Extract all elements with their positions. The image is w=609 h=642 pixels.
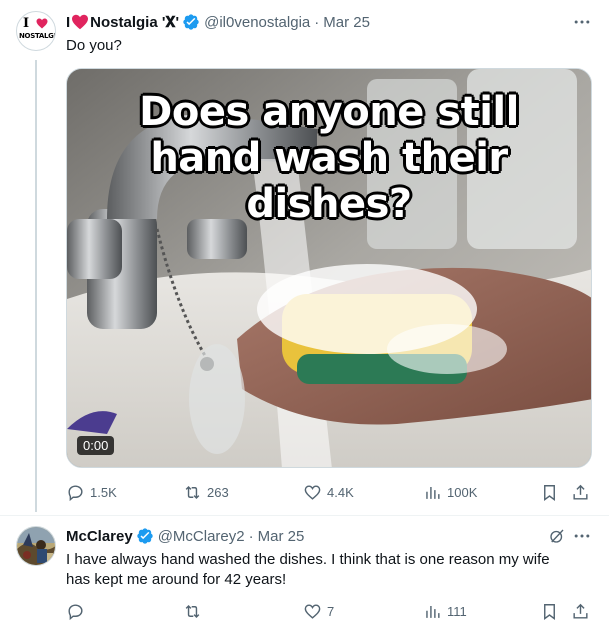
like-icon <box>304 484 321 500</box>
views-count: 111 <box>447 603 467 619</box>
tweet-date[interactable]: Mar 25 <box>323 14 370 31</box>
repost-icon <box>185 485 200 499</box>
views-button[interactable]: 111 <box>423 601 467 621</box>
avatar-wordmark: NOSTALGIA <box>19 32 56 40</box>
avatar-painting-image <box>17 527 55 565</box>
display-name[interactable]: McClarey <box>66 528 133 545</box>
reply-text-line2: has kept me around for 42 years! <box>66 571 287 588</box>
repost-count: 263 <box>207 484 229 500</box>
share-button[interactable] <box>571 482 590 502</box>
reply-button[interactable]: 1.5K <box>66 482 117 502</box>
avatar-nostalgia[interactable]: I NOSTALGIA <box>16 11 56 51</box>
heart-icon <box>36 18 48 29</box>
share-icon <box>573 603 588 619</box>
verified-badge-icon[interactable] <box>182 13 200 31</box>
share-icon <box>573 484 588 500</box>
share-button[interactable] <box>571 601 590 621</box>
heart-emoji-icon <box>72 14 89 30</box>
video-player[interactable]: Does anyone still hand wash their dishes… <box>66 68 592 468</box>
views-button[interactable]: 100K <box>423 482 477 502</box>
like-icon <box>304 603 321 619</box>
reply-actions-bar: 7 111 <box>66 601 592 621</box>
views-count: 100K <box>447 484 478 500</box>
tweet-header: I Nostalgia '𝐗' @il0venostalgia · Mar 25 <box>66 13 370 31</box>
tweet-text: Do you? <box>66 37 122 54</box>
more-icon[interactable] <box>572 12 592 32</box>
reply-icon <box>68 603 83 620</box>
reply-button[interactable] <box>66 601 90 621</box>
overlay-caption-line2: hand wash their dishes? <box>150 135 508 227</box>
grok-icon[interactable] <box>548 527 566 545</box>
more-icon[interactable] <box>572 526 592 546</box>
separator-dot: · <box>248 527 254 545</box>
reply-text-line1: I have always hand washed the dishes. I … <box>66 551 550 568</box>
bookmark-icon <box>544 603 555 620</box>
tweet-date[interactable]: Mar 25 <box>258 528 305 545</box>
tweet-divider <box>0 515 609 516</box>
like-button[interactable]: 7 <box>303 601 334 621</box>
repost-icon <box>185 604 200 618</box>
like-count: 7 <box>327 603 335 619</box>
like-count: 4.4K <box>327 484 354 500</box>
display-name[interactable]: I Nostalgia '𝐗' <box>66 14 179 31</box>
reply-icon <box>68 484 83 501</box>
verified-badge-icon[interactable] <box>136 527 154 545</box>
avatar-letter: I <box>23 16 30 31</box>
repost-button[interactable]: 263 <box>183 482 229 502</box>
views-icon <box>426 486 440 499</box>
views-icon <box>426 605 440 618</box>
separator-dot: · <box>314 13 320 31</box>
tweet-actions-bar: 1.5K 263 4.4K 100K <box>66 482 592 502</box>
display-name-prefix: I <box>66 13 71 31</box>
reply-count: 1.5K <box>90 484 117 500</box>
reply-header: McClarey @McClarey2 · Mar 25 <box>66 527 304 545</box>
overlay-caption-line1: Does anyone still <box>139 89 519 135</box>
bookmark-button[interactable] <box>540 482 559 502</box>
repost-button[interactable] <box>183 601 207 621</box>
like-button[interactable]: 4.4K <box>303 482 354 502</box>
bookmark-button[interactable] <box>540 601 559 621</box>
avatar-mcclarey[interactable] <box>16 526 56 566</box>
bookmark-icon <box>544 484 555 501</box>
user-handle[interactable]: @il0venostalgia <box>204 14 310 31</box>
video-timestamp: 0:00 <box>77 436 115 455</box>
thread-connector-line <box>35 60 37 512</box>
user-handle[interactable]: @McClarey2 <box>158 528 245 545</box>
display-name-suffix: Nostalgia '𝐗' <box>90 13 180 31</box>
